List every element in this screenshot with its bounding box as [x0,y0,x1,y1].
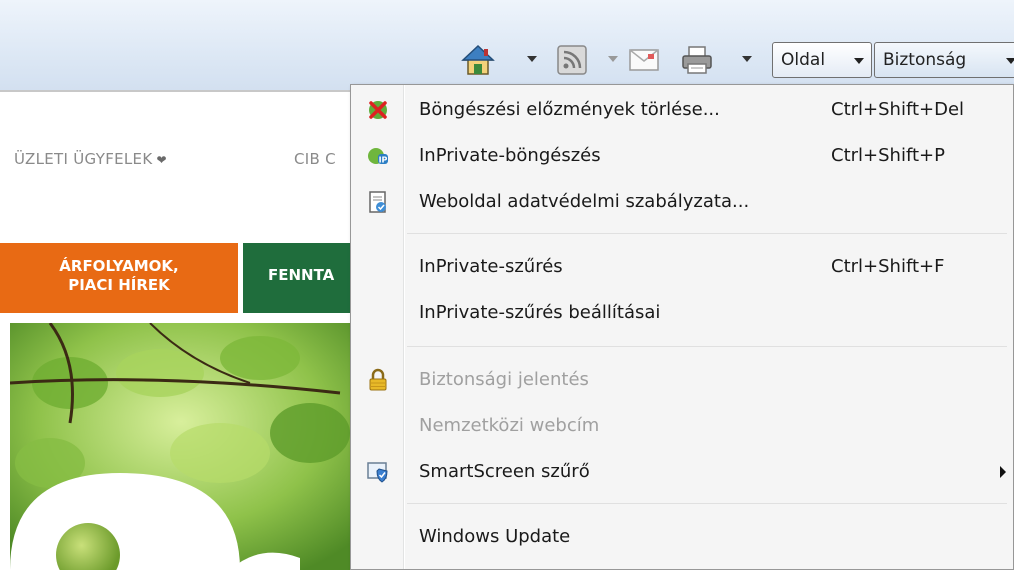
delete-history-icon [369,101,387,119]
menu-separator [407,233,1007,234]
nav-cib[interactable]: CIB C [294,150,336,168]
menu-item-label: InPrivate-böngészés [419,145,601,166]
menu-item-privacy-policy[interactable]: Weboldal adatvédelmi szabályzata... [353,179,1011,225]
menu-item-smartscreen-filter[interactable]: SmartScreen szűrő [353,449,1011,495]
smartscreen-icon [367,462,388,483]
menu-item-label: InPrivate-szűrés beállításai [419,302,661,323]
home-dropdown-icon[interactable] [527,56,537,62]
menu-item-security-report: Biztonsági jelentés [353,357,1011,403]
home-icon[interactable] [460,42,496,78]
rates-tile[interactable]: ÁRFOLYAMOK, PIACI HÍREK [0,243,238,313]
leaf-promo-image [10,323,352,570]
menu-item-international-address: Nemzetközi webcím [353,403,1011,449]
nav-business-clients[interactable]: ÜZLETI ÜGYFELEK ❤ [14,150,167,168]
nav-business-clients-label: ÜZLETI ÜGYFELEK [14,150,153,168]
menu-separator [407,503,1007,504]
safety-dropdown-menu: Böngészési előzmények törlése... Ctrl+Sh… [350,84,1014,570]
menu-item-inprivate-browsing[interactable]: IP InPrivate-böngészés Ctrl+Shift+P [353,133,1011,179]
lock-icon [369,368,387,391]
chevron-down-icon: ❤ [156,153,167,167]
safety-menu-caret-icon [1006,58,1014,64]
page-menu-caret-icon [854,58,864,64]
menu-item-label: Weboldal adatvédelmi szabályzata... [419,191,750,212]
submenu-arrow-icon [1000,466,1006,478]
svg-text:IP: IP [379,156,388,165]
menu-item-label: Biztonsági jelentés [419,369,589,390]
menu-item-windows-update[interactable]: Windows Update [353,514,1011,560]
page-menu-label: Oldal [781,50,826,70]
menu-item-label: Nemzetközi webcím [419,415,600,436]
menu-item-shortcut: Ctrl+Shift+P [831,145,945,166]
print-dropdown-icon[interactable] [742,56,752,62]
print-icon[interactable] [680,44,714,76]
sustainability-tile-label: FENNTA [268,266,335,284]
mail-icon[interactable] [628,46,660,74]
menu-item-delete-history[interactable]: Böngészési előzmények törlése... Ctrl+Sh… [353,87,1011,133]
feeds-dropdown-icon[interactable] [608,56,618,62]
menu-item-inprivate-filtering-settings[interactable]: InPrivate-szűrés beállításai [353,290,1011,336]
menu-item-label: Böngészési előzmények törlése... [419,99,720,120]
feeds-icon[interactable] [556,44,588,76]
menu-item-shortcut: Ctrl+Shift+F [831,256,945,277]
inprivate-icon: IP [368,148,388,165]
safety-menu-button[interactable]: Biztonság [874,42,1014,78]
menu-item-label: Windows Update [419,526,571,547]
safety-menu-label: Biztonság [883,50,967,70]
command-bar: Oldal Biztonság [0,0,1014,90]
menu-item-label: SmartScreen szűrő [419,461,590,482]
rates-tile-line-2: PIACI HÍREK [68,276,170,294]
privacy-policy-icon [369,191,386,213]
rates-tile-line-1: ÁRFOLYAMOK, [59,257,179,275]
menu-item-shortcut: Ctrl+Shift+Del [831,99,965,120]
menu-item-label: InPrivate-szűrés [419,256,563,277]
menu-item-inprivate-filtering[interactable]: InPrivate-szűrés Ctrl+Shift+F [353,244,1011,290]
sustainability-tile[interactable]: FENNTA [243,243,353,313]
page-menu-button[interactable]: Oldal [772,42,872,78]
nav-cib-label: CIB C [294,150,336,168]
menu-separator [407,346,1007,347]
